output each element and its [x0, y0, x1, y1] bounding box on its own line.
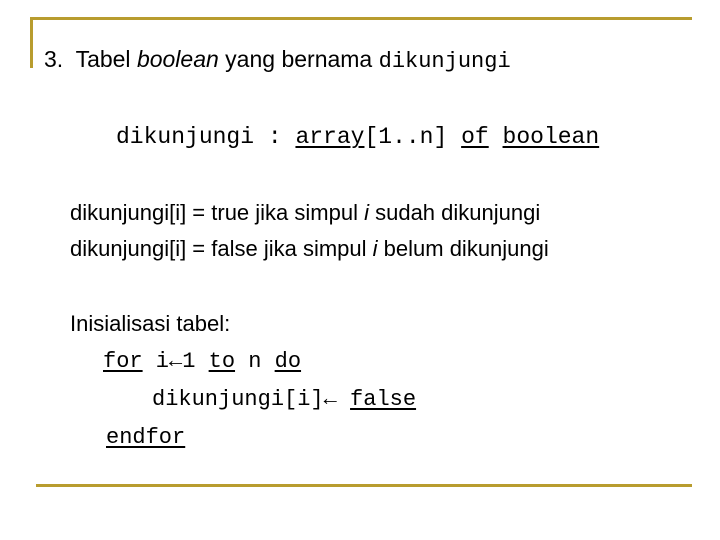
bottom-rule	[36, 484, 692, 487]
heading-number: 3.	[44, 46, 64, 72]
code-endfor-line: endfor	[106, 425, 185, 450]
top-rule	[30, 17, 692, 20]
code-for-line: for i←1 to n do	[103, 349, 302, 374]
keyword-for: for	[103, 349, 143, 374]
keyword-boolean: boolean	[502, 124, 600, 150]
keyword-to: to	[208, 349, 236, 374]
keyword-of: of	[461, 124, 489, 150]
keyword-endfor: endfor	[106, 425, 186, 450]
meaning-false: dikunjungi[i] = false jika simpul i belu…	[70, 236, 549, 261]
code-assign-line: dikunjungi[i]← false	[152, 387, 417, 412]
heading-code-name: dikunjungi	[378, 49, 511, 74]
keyword-false: false	[350, 387, 417, 412]
keyword-array: array	[295, 124, 365, 150]
array-declaration: dikunjungi : array[1..n] of boolean	[116, 124, 600, 150]
left-rule	[30, 17, 33, 68]
keyword-do: do	[274, 349, 302, 374]
meaning-true: dikunjungi[i] = true jika simpul i sudah…	[70, 200, 541, 225]
heading-italic-word: boolean	[136, 46, 219, 72]
slide-heading: 3. Tabel boolean yang bernama dikunjungi	[44, 46, 511, 74]
init-label: Inisialisasi tabel:	[70, 311, 231, 336]
